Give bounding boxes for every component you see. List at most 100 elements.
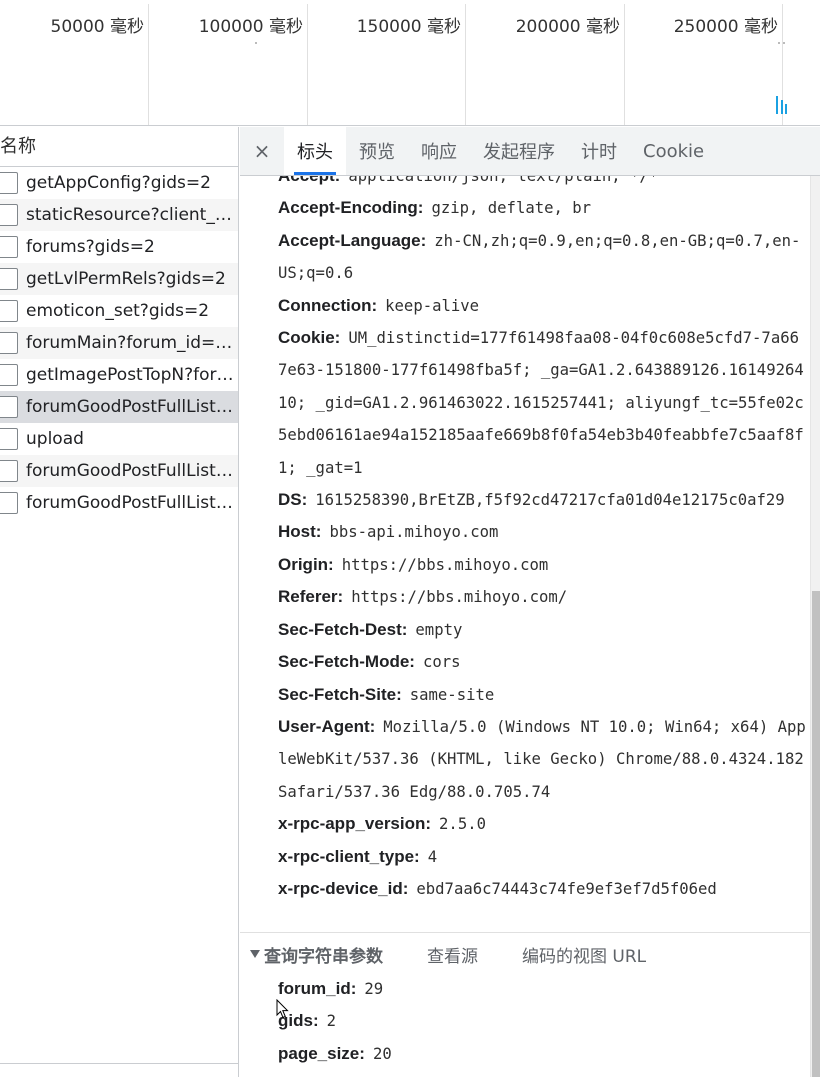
timeline-gridline xyxy=(465,4,466,125)
param-row: gids: 2 xyxy=(278,1005,808,1037)
request-name[interactable]: forumGoodPostFullList?... xyxy=(26,461,234,481)
document-icon xyxy=(0,300,18,322)
header-value: application/json, text/plain, */* xyxy=(348,176,659,185)
document-icon xyxy=(0,460,18,482)
timeline-overview[interactable]: 50000 毫秒 100000 毫秒 150000 毫秒 200000 毫秒 2… xyxy=(0,0,820,126)
timeline-label: 250000 毫秒 xyxy=(673,17,778,37)
request-name[interactable]: emoticon_set?gids=2 xyxy=(26,301,234,321)
timeline-gridline xyxy=(307,4,308,125)
header-row: Accept-Encoding: gzip, deflate, br xyxy=(278,192,808,224)
header-row: Host: bbs-api.mihoyo.com xyxy=(278,516,808,548)
header-name: Origin: xyxy=(278,554,334,574)
param-name: forum_id: xyxy=(278,979,357,998)
tab-headers[interactable]: 标头 xyxy=(284,127,346,175)
header-name: DS: xyxy=(278,490,308,510)
document-icon xyxy=(0,268,18,290)
tab-cookie[interactable]: Cookie xyxy=(630,127,717,175)
document-icon xyxy=(0,492,18,514)
request-row[interactable]: getImagePostTopN?foru... xyxy=(0,359,238,391)
param-value: 29 xyxy=(364,980,384,998)
header-name: x-rpc-device_id: xyxy=(278,878,409,898)
header-name: Accept: xyxy=(278,176,340,185)
timeline-request-mark xyxy=(778,42,780,44)
timeline-label: 150000 毫秒 xyxy=(356,17,461,37)
request-name[interactable]: forumGoodPostFullList?... xyxy=(26,493,234,513)
header-row: Accept: application/json, text/plain, */* xyxy=(278,176,808,192)
view-source-link[interactable]: 查看源 xyxy=(427,942,478,967)
timeline-request-bar xyxy=(785,104,787,114)
header-row: User-Agent: Mozilla/5.0 (Windows NT 10.0;… xyxy=(278,711,808,808)
header-name: Sec-Fetch-Mode: xyxy=(278,652,415,672)
request-details-panel: × 标头 预览 响应 发起程序 计时 Cookie Accept: applica… xyxy=(240,127,820,1077)
headers-content[interactable]: Accept: application/json, text/plain, */*… xyxy=(240,176,810,1077)
request-name[interactable]: forums?gids=2 xyxy=(26,237,234,257)
tab-response[interactable]: 响应 xyxy=(408,127,470,175)
section-divider xyxy=(240,932,810,933)
timeline-label: 100000 毫秒 xyxy=(198,17,303,37)
document-icon xyxy=(0,204,18,226)
document-icon xyxy=(0,332,18,354)
timeline-request-mark xyxy=(783,42,785,44)
timeline-request-mark xyxy=(255,42,257,44)
timeline-label: 50000 毫秒 xyxy=(50,17,144,37)
request-row[interactable]: forumGoodPostFullList?... xyxy=(0,487,238,519)
timeline-gridline xyxy=(148,4,149,125)
request-name[interactable]: getAppConfig?gids=2 xyxy=(26,173,234,193)
request-name[interactable]: getLvlPermRels?gids=2 xyxy=(26,269,234,289)
details-tabbar: × 标头 预览 响应 发起程序 计时 Cookie xyxy=(240,127,820,176)
request-list: getAppConfig?gids=2 staticResource?client… xyxy=(0,167,238,519)
tab-timing[interactable]: 计时 xyxy=(568,127,630,175)
query-string-section-header[interactable]: 查询字符串参数 查看源 编码的视图 URL xyxy=(250,940,690,968)
header-value: gzip, deflate, br xyxy=(431,199,592,218)
header-row: Referer: https://bbs.mihoyo.com/ xyxy=(278,581,808,613)
request-row[interactable]: forumGoodPostFullList?... xyxy=(0,391,238,423)
close-icon[interactable]: × xyxy=(240,127,284,175)
request-name[interactable]: upload xyxy=(26,429,234,449)
header-row: Cookie: UM_distinctid=177f61498faa08-04f0… xyxy=(278,322,808,484)
request-row[interactable]: forums?gids=2 xyxy=(0,231,238,263)
view-url-encoded-link[interactable]: 编码的视图 URL xyxy=(522,942,646,967)
header-value: 2.5.0 xyxy=(439,815,486,834)
header-value: https://bbs.mihoyo.com/ xyxy=(351,588,568,607)
header-name: Cookie: xyxy=(278,328,341,348)
request-name[interactable]: staticResource?client_ty... xyxy=(26,205,234,225)
request-name[interactable]: forumMain?forum_id=2... xyxy=(26,333,234,353)
query-string-title[interactable]: 查询字符串参数 xyxy=(264,942,383,967)
request-row[interactable]: upload xyxy=(0,423,238,455)
triangle-down-icon[interactable] xyxy=(250,950,260,958)
header-name: Connection: xyxy=(278,295,378,315)
header-name: Sec-Fetch-Dest: xyxy=(278,619,408,639)
request-name[interactable]: forumGoodPostFullList?... xyxy=(26,397,234,417)
header-row: Sec-Fetch-Site: same-site xyxy=(278,679,808,711)
scrollbar-thumb[interactable] xyxy=(812,591,820,1077)
request-row[interactable]: getAppConfig?gids=2 xyxy=(0,167,238,199)
request-row[interactable]: getLvlPermRels?gids=2 xyxy=(0,263,238,295)
header-value: 4 xyxy=(427,847,438,866)
header-name: Accept-Encoding: xyxy=(278,198,424,218)
request-row[interactable]: forumGoodPostFullList?... xyxy=(0,455,238,487)
param-value: 2 xyxy=(326,1012,336,1031)
header-value: ebd7aa6c74443c74fe9ef3ef7d5f06ed xyxy=(416,879,717,898)
tab-preview[interactable]: 预览 xyxy=(346,127,408,175)
param-value: 20 xyxy=(372,1044,392,1063)
header-value: keep-alive xyxy=(385,296,480,315)
document-icon xyxy=(0,396,18,418)
header-name: x-rpc-client_type: xyxy=(278,846,420,866)
request-row[interactable]: staticResource?client_ty... xyxy=(0,199,238,231)
header-name: Host: xyxy=(278,522,322,542)
tab-initiator[interactable]: 发起程序 xyxy=(470,127,568,175)
header-value: cors xyxy=(422,653,461,672)
header-row: DS: 1615258390,BrEtZB,f5f92cd47217cfa01d0… xyxy=(278,484,808,516)
timeline-gridline xyxy=(624,4,625,125)
name-column-header[interactable]: 名称 xyxy=(0,127,238,167)
request-name[interactable]: getImagePostTopN?foru... xyxy=(26,365,234,385)
header-row: x-rpc-client_type: 4 xyxy=(278,841,808,873)
request-row[interactable]: emoticon_set?gids=2 xyxy=(0,295,238,327)
timeline-request-bar xyxy=(781,100,783,114)
header-row: Accept-Language: zh-CN,zh;q=0.9,en;q=0.8,… xyxy=(278,225,808,290)
request-list-panel: 名称 getAppConfig?gids=2 staticResource?cli… xyxy=(0,127,239,1077)
request-row[interactable]: forumMain?forum_id=2... xyxy=(0,327,238,359)
header-name: User-Agent: xyxy=(278,716,376,736)
vertical-scrollbar[interactable] xyxy=(810,176,820,1077)
header-row: Connection: keep-alive xyxy=(278,290,808,322)
